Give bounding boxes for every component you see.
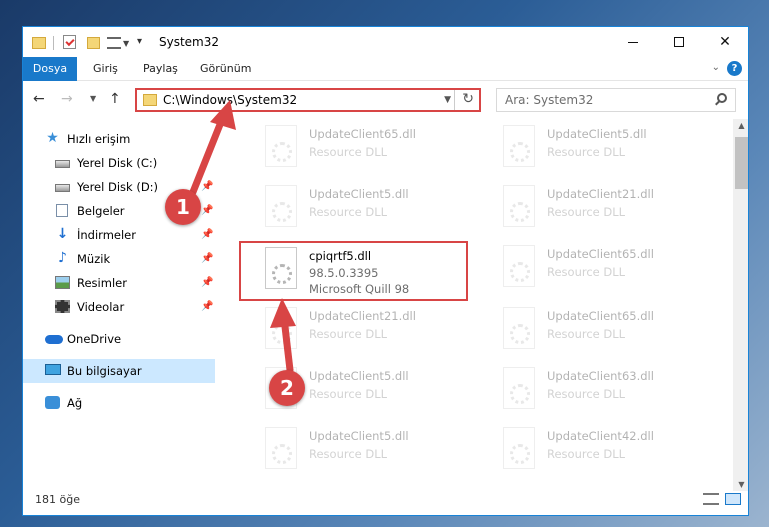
callout-badge-2: 2 bbox=[269, 370, 305, 406]
arrow-1 bbox=[189, 100, 236, 196]
arrow-2 bbox=[270, 298, 296, 374]
callout-badge-1: 1 bbox=[165, 189, 201, 225]
annotation-arrows bbox=[189, 100, 296, 374]
